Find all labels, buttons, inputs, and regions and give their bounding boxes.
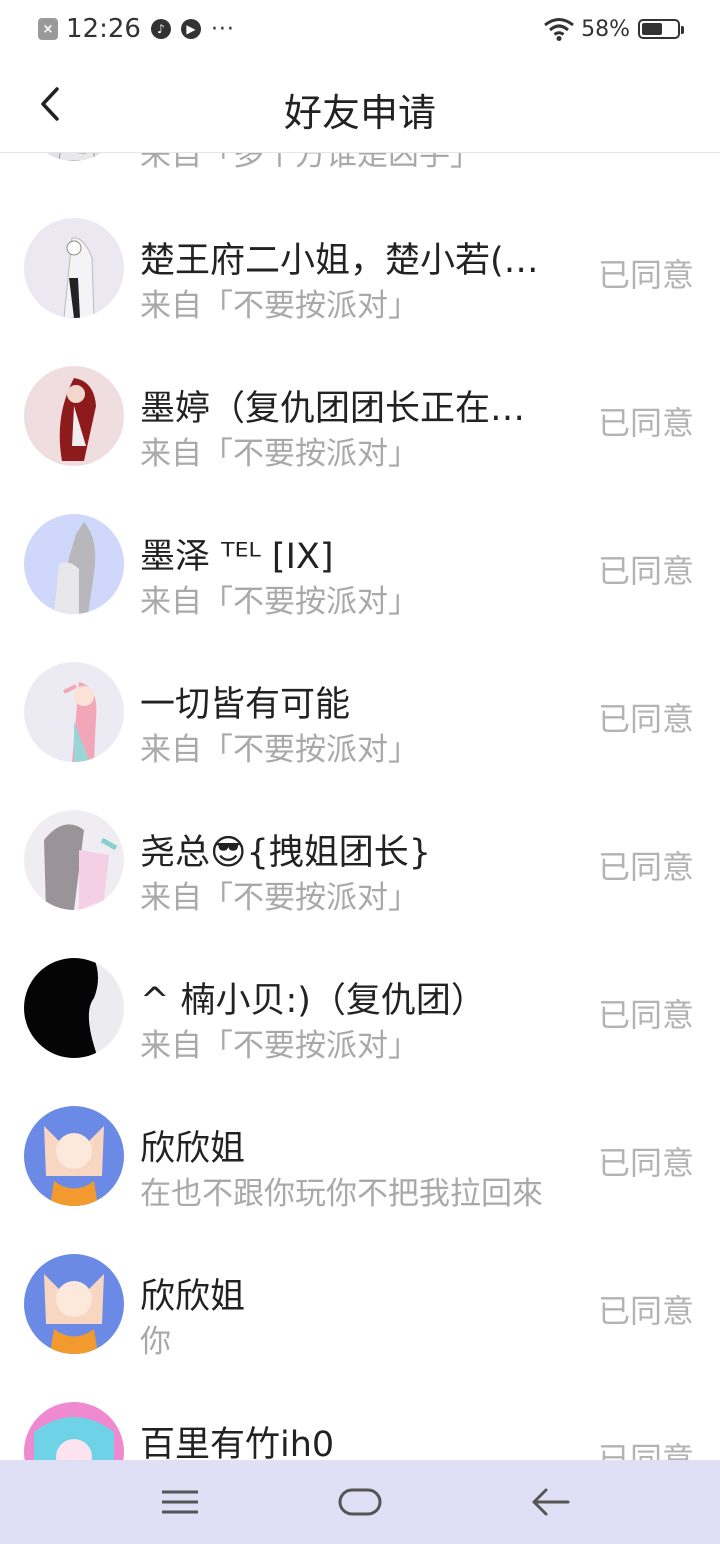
request-source: 来自「不要按派对」 xyxy=(140,732,419,768)
header-bar: 好友申请 xyxy=(0,60,720,153)
avatar xyxy=(24,153,124,161)
request-source: 来自「不要按派对」 xyxy=(140,584,419,620)
list-item[interactable]: 百里有竹ih0 已同意 xyxy=(0,1402,720,1460)
list-item[interactable]: 来自「多个方谁是凶手」 xyxy=(0,153,720,221)
list-item[interactable]: 尧总😎{拽姐团长} 来自「不要按派对」 已同意 xyxy=(0,810,720,958)
request-status: 已同意 xyxy=(597,996,694,1034)
nav-back-button[interactable] xyxy=(530,1480,570,1524)
list-item[interactable]: 欣欣姐 在也不跟你玩你不把我拉回來 已同意 xyxy=(0,1106,720,1254)
request-status: 已同意 xyxy=(597,1440,694,1460)
request-source: 来自「不要按派对」 xyxy=(140,1028,419,1064)
request-name: 欣欣姐 xyxy=(140,1129,246,1169)
list-item[interactable]: 欣欣姐 你 已同意 xyxy=(0,1254,720,1402)
avatar xyxy=(24,958,124,1058)
home-button[interactable] xyxy=(338,1480,382,1524)
request-status: 已同意 xyxy=(597,552,694,590)
play-icon: ▶ xyxy=(180,19,201,39)
avatar xyxy=(24,218,124,318)
status-left: × 12:26 ♪ ▶ ··· xyxy=(38,14,235,44)
list-item[interactable]: 一切皆有可能 来自「不要按派对」 已同意 xyxy=(0,662,720,810)
tiktok-icon: ♪ xyxy=(150,19,171,39)
battery-icon xyxy=(638,19,684,39)
request-source: 来自「不要按派对」 xyxy=(140,436,419,472)
status-bar: × 12:26 ♪ ▶ ··· 58% xyxy=(0,0,720,60)
request-name: 楚王府二小姐，楚小若(沐… xyxy=(140,241,572,281)
battery-percent: 58% xyxy=(581,16,630,42)
request-source: 来自「多个方谁是凶手」 xyxy=(140,153,481,173)
request-name: ^ 楠小贝:)（复仇团） xyxy=(140,981,486,1021)
wifi-icon xyxy=(544,18,575,41)
avatar xyxy=(24,366,124,466)
list-item[interactable]: ^ 楠小贝:)（复仇团） 来自「不要按派对」 已同意 xyxy=(0,958,720,1106)
avatar xyxy=(24,1402,124,1460)
request-status: 已同意 xyxy=(597,1144,694,1182)
avatar xyxy=(24,662,124,762)
list-item[interactable]: 墨泽 ᵀᴱᴸ [IX] 来自「不要按派对」 已同意 xyxy=(0,514,720,662)
notification-close-icon: × xyxy=(38,18,58,40)
request-source: 在也不跟你玩你不把我拉回來 xyxy=(140,1176,543,1212)
request-source: 你 xyxy=(140,1324,171,1360)
request-status: 已同意 xyxy=(597,256,694,294)
request-name: 墨泽 ᵀᴱᴸ [IX] xyxy=(140,537,334,577)
request-name: 一切皆有可能 xyxy=(140,685,351,725)
list-item[interactable]: 墨婷（复仇团团长正在… 来自「不要按派对」 已同意 xyxy=(0,366,720,514)
request-name: 百里有竹ih0 xyxy=(140,1425,335,1460)
request-name: 尧总😎{拽姐团长} xyxy=(140,833,432,873)
status-time: 12:26 xyxy=(66,14,141,44)
menu-button[interactable] xyxy=(160,1480,200,1524)
request-name: 欣欣姐 xyxy=(140,1277,246,1317)
system-nav-bar xyxy=(0,1460,720,1544)
menu-icon xyxy=(162,1490,198,1514)
avatar xyxy=(24,1254,124,1354)
friend-request-list[interactable]: 来自「多个方谁是凶手」 楚王府二小姐，楚小若(沐… 来自「不要按派对」 已同意 … xyxy=(0,153,720,1460)
request-status: 已同意 xyxy=(597,1292,694,1330)
avatar xyxy=(24,810,124,910)
request-source: 来自「不要按派对」 xyxy=(140,288,419,324)
back-arrow-icon xyxy=(532,1488,570,1516)
page-title: 好友申请 xyxy=(283,91,436,135)
request-status: 已同意 xyxy=(597,848,694,886)
avatar xyxy=(24,514,124,614)
request-status: 已同意 xyxy=(597,404,694,442)
request-status: 已同意 xyxy=(597,700,694,738)
request-source: 来自「不要按派对」 xyxy=(140,880,419,916)
request-name: 墨婷（复仇团团长正在… xyxy=(140,389,526,429)
avatar xyxy=(24,1106,124,1206)
status-right: 58% xyxy=(543,14,684,44)
list-item[interactable]: 楚王府二小姐，楚小若(沐… 来自「不要按派对」 已同意 xyxy=(0,218,720,366)
home-icon xyxy=(338,1488,382,1516)
more-notifications-icon: ··· xyxy=(210,16,235,42)
